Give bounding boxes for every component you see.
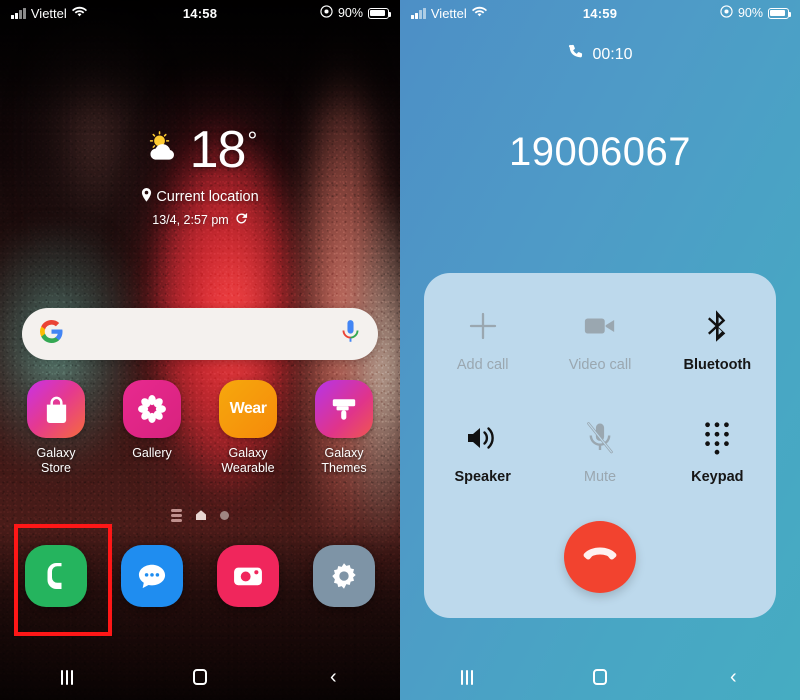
- weather-widget[interactable]: 18° Current location 13/4, 2:57 pm: [0, 124, 400, 228]
- wifi-icon: [471, 6, 487, 21]
- nav-bar: ‹: [0, 654, 400, 700]
- app-label: Gallery: [132, 446, 172, 460]
- app-galaxy-themes[interactable]: Galaxy Themes: [301, 380, 387, 477]
- status-time: 14:58: [182, 5, 218, 21]
- carrier-label: Viettel: [430, 5, 467, 21]
- paint-roller-icon: [315, 380, 373, 438]
- app-gallery[interactable]: Gallery: [109, 380, 195, 477]
- home-screen-panel: Viettel 14:58 90% 18° Current location 1…: [0, 0, 400, 700]
- map-pin-icon: [141, 188, 152, 206]
- option-label: Video call: [568, 357, 632, 373]
- alarm-icon: [720, 5, 733, 21]
- option-label: Mute: [583, 469, 617, 485]
- bluetooth-icon: [659, 303, 776, 349]
- option-label: Add call: [456, 357, 509, 373]
- video-camera-icon: [541, 303, 658, 349]
- status-time: 14:59: [582, 5, 618, 21]
- battery-percent: 90%: [337, 6, 363, 20]
- camera-icon: [217, 545, 279, 607]
- back-icon[interactable]: ‹: [267, 654, 400, 700]
- message-bubble-icon: [121, 545, 183, 607]
- partly-cloudy-sun-icon: [144, 130, 184, 170]
- battery-percent: 90%: [737, 6, 763, 20]
- wear-text-icon: Wear: [219, 380, 277, 438]
- speaker-icon: [424, 415, 541, 461]
- page-indicator-appslist-icon[interactable]: [171, 509, 182, 522]
- app-label: Galaxy Wearable: [221, 446, 275, 476]
- option-label: Keypad: [691, 469, 744, 485]
- dock: [0, 545, 400, 607]
- dock-item-phone[interactable]: [13, 545, 99, 607]
- wifi-icon: [71, 6, 87, 21]
- option-video-call[interactable]: Video call: [541, 303, 658, 373]
- weather-location: Current location: [156, 189, 259, 205]
- weather-temperature: 18°: [189, 121, 258, 179]
- call-duration: 00:10: [400, 44, 800, 65]
- option-mute[interactable]: Mute: [541, 415, 658, 485]
- refresh-icon[interactable]: [235, 212, 248, 228]
- app-label: Galaxy Store: [36, 446, 76, 476]
- page-indicator-home-icon[interactable]: [196, 510, 206, 521]
- option-keypad[interactable]: Keypad: [659, 415, 776, 485]
- status-bar: Viettel 14:58 90%: [0, 0, 400, 26]
- alarm-icon: [320, 5, 333, 21]
- call-options-row-1: Add call Video call Bluetooth: [424, 303, 776, 373]
- mic-muted-icon: [541, 415, 658, 461]
- recents-icon[interactable]: [400, 654, 533, 700]
- home-icon[interactable]: [533, 654, 666, 700]
- dock-item-messages[interactable]: [109, 545, 195, 607]
- end-call-icon: [583, 546, 617, 569]
- google-g-icon: [40, 320, 63, 348]
- back-icon[interactable]: ‹: [667, 654, 800, 700]
- screenshot-stage: Viettel 14:58 90% 18° Current location 1…: [0, 0, 800, 700]
- dock-item-settings[interactable]: [301, 545, 387, 607]
- signal-bars-icon: [411, 7, 426, 19]
- plus-icon: [424, 303, 541, 349]
- carrier-label: Viettel: [30, 5, 67, 21]
- page-indicators: [0, 509, 400, 522]
- google-search-bar[interactable]: [22, 308, 378, 360]
- end-call-wrap: [400, 521, 800, 593]
- phone-handset-icon: [25, 545, 87, 607]
- app-galaxy-store[interactable]: Galaxy Store: [13, 380, 99, 477]
- dialpad-icon: [659, 415, 776, 461]
- phone-handset-icon: [567, 44, 583, 65]
- home-icon[interactable]: [133, 654, 266, 700]
- call-options-row-2: Speaker Mute Keypad: [424, 415, 776, 485]
- battery-icon: [368, 7, 392, 19]
- option-label: Bluetooth: [683, 357, 752, 373]
- option-bluetooth[interactable]: Bluetooth: [659, 303, 776, 373]
- option-speaker[interactable]: Speaker: [424, 415, 541, 485]
- microphone-icon[interactable]: [341, 320, 360, 348]
- flower-icon: [123, 380, 181, 438]
- end-call-button[interactable]: [564, 521, 636, 593]
- weather-updated: 13/4, 2:57 pm: [152, 213, 229, 227]
- call-number: 19006067: [509, 130, 691, 174]
- option-add-call[interactable]: Add call: [424, 303, 541, 373]
- app-galaxy-wearable[interactable]: Wear Galaxy Wearable: [205, 380, 291, 477]
- in-call-screen-panel: Viettel 14:59 90% 00:10 19006067 Add cal…: [400, 0, 800, 700]
- recents-icon[interactable]: [0, 654, 133, 700]
- shopping-bag-icon: [27, 380, 85, 438]
- app-grid: Galaxy Store Gallery Wear Galaxy Wearabl…: [0, 380, 400, 477]
- page-indicator-dot[interactable]: [220, 510, 229, 520]
- call-duration-text: 00:10: [592, 45, 633, 63]
- dock-item-camera[interactable]: [205, 545, 291, 607]
- app-label: Galaxy Themes: [321, 446, 367, 476]
- nav-bar: ‹: [400, 654, 800, 700]
- option-label: Speaker: [454, 469, 511, 485]
- gear-icon: [313, 545, 375, 607]
- signal-bars-icon: [11, 7, 26, 19]
- battery-icon: [768, 7, 792, 19]
- status-bar: Viettel 14:59 90%: [400, 0, 800, 26]
